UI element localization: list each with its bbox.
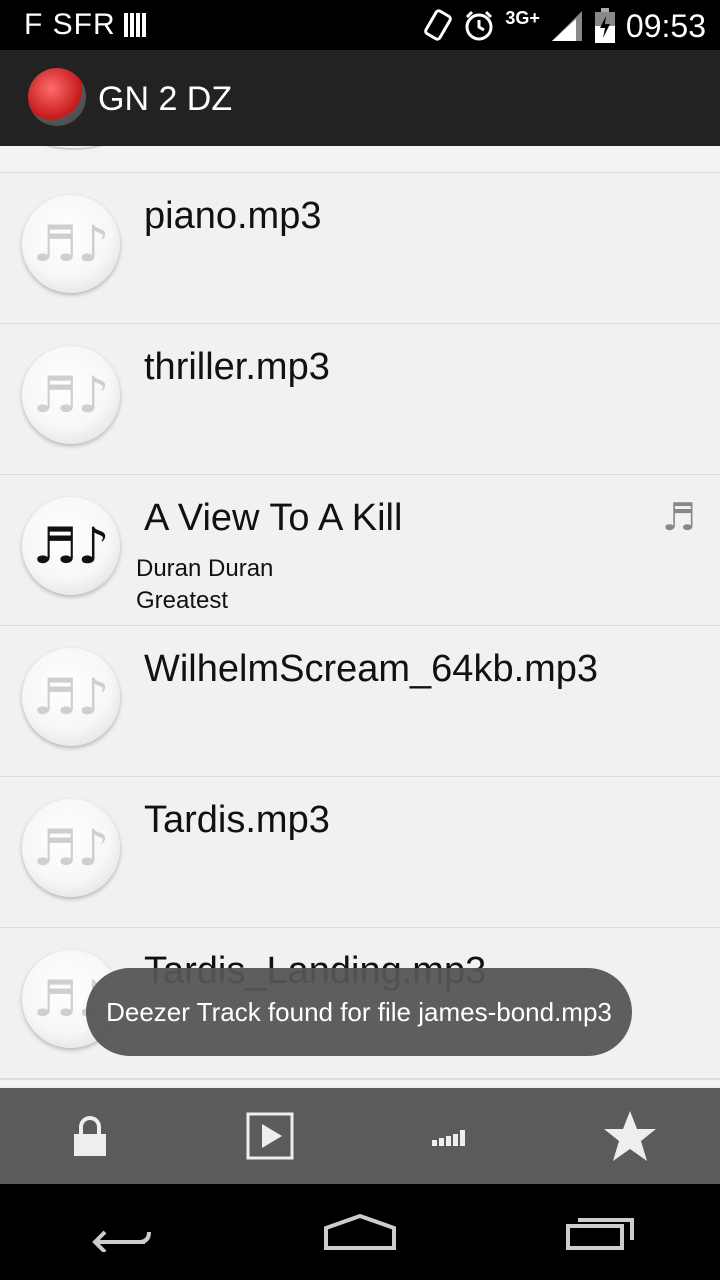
lock-button[interactable]: [40, 1088, 140, 1184]
back-icon: [92, 1230, 151, 1252]
status-right: 3G+ 09:53: [421, 6, 706, 46]
music-note-icon: ♬♪: [22, 346, 120, 444]
home-icon: [324, 1213, 396, 1250]
star-icon: [604, 1111, 656, 1161]
track-name: piano.mp3: [144, 195, 322, 237]
sim-icon: [124, 13, 146, 37]
clock: 09:53: [625, 7, 706, 44]
toast-message: Deezer Track found for file james-bond.m…: [86, 968, 632, 1056]
app-logo-icon[interactable]: [28, 68, 86, 126]
track-name: thriller.mp3: [144, 346, 330, 388]
track-album: Greatest: [136, 587, 229, 614]
track-row[interactable]: ♬♪ piano.mp3: [0, 173, 720, 325]
track-list[interactable]: ♬♪ piano.mp3 ♬♪ thriller.mp3 ♬♪ A View T…: [0, 146, 720, 1086]
system-nav-bar: [0, 1184, 720, 1280]
music-note-icon: ♬♪: [22, 799, 120, 897]
track-row[interactable]: ♬♪ A View To A Kill ♬ Duran Duran Greate…: [0, 475, 720, 627]
music-note-icon: ♬♪: [22, 497, 120, 595]
track-row[interactable]: ♬♪ Tardis.mp3: [0, 777, 720, 929]
home-button[interactable]: [300, 1184, 420, 1280]
bottom-action-bar: [0, 1088, 720, 1184]
carrier-label: F SFR: [24, 8, 116, 41]
equalizer-button[interactable]: [400, 1088, 500, 1184]
play-icon: [246, 1112, 294, 1160]
track-name: WilhelmScream_64kb.mp3: [144, 648, 599, 690]
track-name: Tardis.mp3: [144, 799, 330, 841]
music-note-icon: ♬♪: [22, 195, 120, 293]
app-bar: GN 2 DZ: [0, 50, 720, 146]
app-title: GN 2 DZ: [98, 80, 233, 118]
track-row[interactable]: ♬♪ WilhelmScream_64kb.mp3: [0, 626, 720, 778]
play-button[interactable]: [220, 1088, 320, 1184]
track-name: A View To A Kill: [144, 497, 403, 539]
back-button[interactable]: [60, 1184, 180, 1280]
battery-icon: [594, 8, 615, 43]
favorite-button[interactable]: [580, 1088, 680, 1184]
track-row[interactable]: ♬♪ thriller.mp3: [0, 324, 720, 476]
lock-icon: [74, 1116, 106, 1156]
network-label: 3G+: [505, 7, 540, 28]
status-bar: F SFR 3G+ 09:53: [0, 0, 720, 50]
track-artist: Duran Duran: [136, 555, 274, 582]
recents-button[interactable]: [540, 1184, 660, 1280]
signal-icon: [551, 11, 582, 41]
list-top-edge: [0, 146, 720, 174]
recents-icon: [566, 1218, 634, 1250]
equalizer-icon: [432, 1130, 465, 1146]
vibrate-icon: [424, 9, 453, 41]
music-note-icon: ♬♪: [22, 648, 120, 746]
music-badge-icon: ♬: [661, 495, 696, 539]
alarm-icon: [465, 10, 493, 41]
